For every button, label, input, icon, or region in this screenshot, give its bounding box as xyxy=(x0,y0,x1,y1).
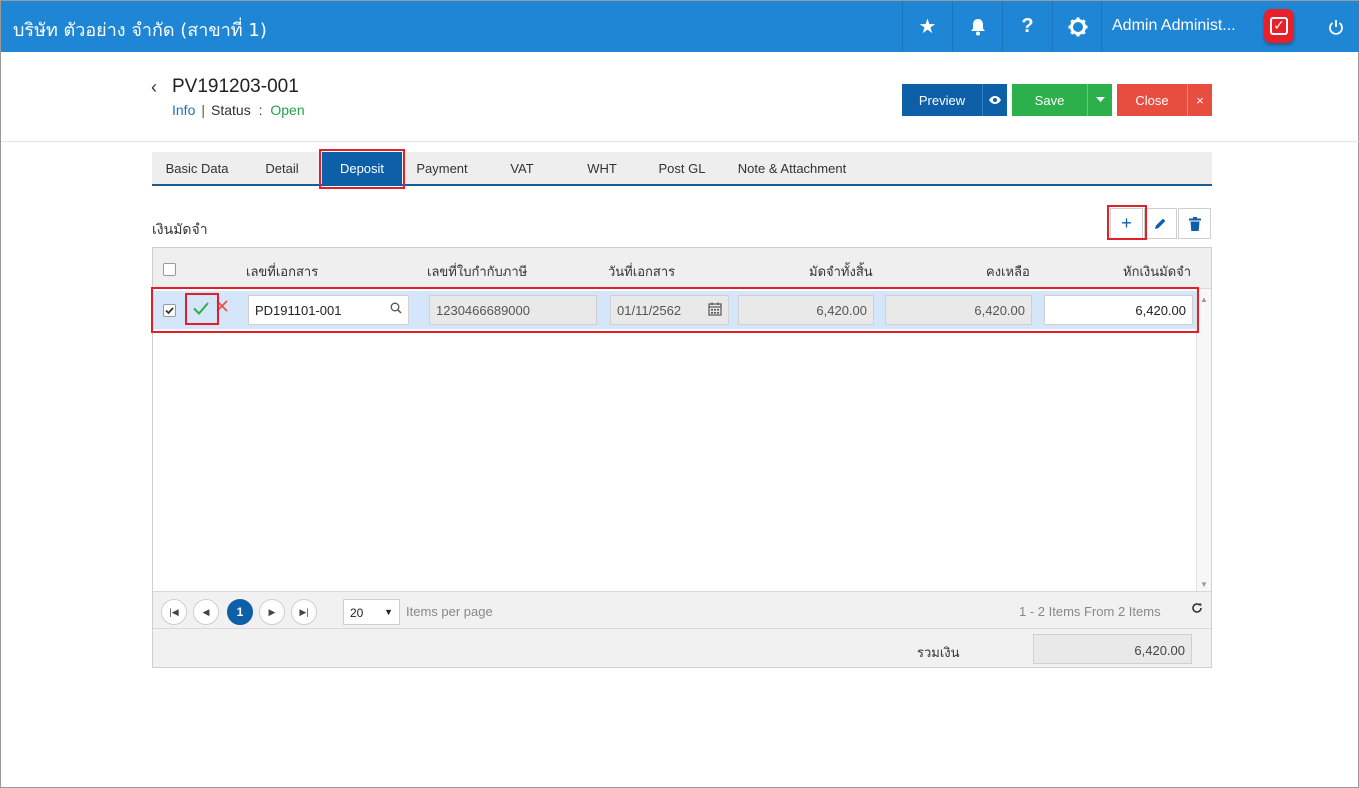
tab-note-attachment[interactable]: Note & Attachment xyxy=(722,152,862,186)
col-deposit-total[interactable]: มัดจำทั้งสิ้น xyxy=(809,261,873,282)
info-link[interactable]: Info xyxy=(172,102,195,118)
items-per-page-label: Items per page xyxy=(406,604,493,619)
close-button[interactable]: Close xyxy=(1117,84,1187,116)
highlight-row xyxy=(151,287,1199,333)
next-page-icon[interactable]: ▶ xyxy=(259,599,285,625)
edit-icon[interactable] xyxy=(1144,208,1177,239)
grid-header: เลขที่เอกสาร เลขที่ใบกำกับภาษี วันที่เอก… xyxy=(153,248,1211,289)
tab-vat[interactable]: VAT xyxy=(482,152,562,186)
gear-icon[interactable] xyxy=(1052,1,1102,52)
col-remaining[interactable]: คงเหลือ xyxy=(986,261,1030,282)
col-tax-invoice[interactable]: เลขที่ใบกำกับภาษี xyxy=(427,261,527,282)
doc-status-line: Info | Status : Open xyxy=(172,102,305,118)
select-all-checkbox[interactable] xyxy=(163,263,176,276)
user-menu[interactable]: Admin Administ... xyxy=(1101,1,1261,52)
section-title: เงินมัดจำ xyxy=(152,222,208,238)
last-page-icon[interactable]: ▶| xyxy=(291,599,317,625)
app-logo: ✓ xyxy=(1264,9,1294,43)
first-page-icon[interactable]: |◀ xyxy=(161,599,187,625)
status-badge: Open xyxy=(270,102,305,118)
chevron-down-icon: ▼ xyxy=(384,607,393,617)
col-doc-no[interactable]: เลขที่เอกสาร xyxy=(246,261,318,282)
page-title: PV191203-001 xyxy=(172,76,299,97)
star-icon[interactable]: ★ xyxy=(902,1,952,52)
col-doc-date[interactable]: วันที่เอกสาร xyxy=(608,261,675,282)
bell-icon[interactable] xyxy=(952,1,1002,52)
eye-icon[interactable] xyxy=(982,84,1007,116)
page-size-value: 20 xyxy=(350,606,364,620)
scroll-down-icon[interactable]: ▼ xyxy=(1200,580,1208,589)
tab-basic-data[interactable]: Basic Data xyxy=(152,152,242,186)
save-dropdown-icon[interactable] xyxy=(1087,84,1112,116)
close-x-icon[interactable]: × xyxy=(1187,84,1212,116)
company-name[interactable]: บริษัท ตัวอย่าง จำกัด (สาขาที่ 1) xyxy=(13,15,267,44)
scroll-up-icon[interactable]: ▲ xyxy=(1200,295,1208,304)
status-label: Status xyxy=(211,102,251,118)
app-frame: บริษัท ตัวอย่าง จำกัด (สาขาที่ 1) ★ ? Ad… xyxy=(0,0,1359,788)
grid-footer: รวมเงิน 6,420.00 xyxy=(153,629,1211,667)
highlight-deposit-tab xyxy=(319,149,405,189)
highlight-add-button xyxy=(1107,205,1147,240)
save-button[interactable]: Save xyxy=(1012,84,1087,116)
tab-wht[interactable]: WHT xyxy=(562,152,642,186)
refresh-icon[interactable] xyxy=(1191,601,1203,617)
separator: | xyxy=(201,102,205,118)
tab-post-gl[interactable]: Post GL xyxy=(642,152,722,186)
grid-scrollbar[interactable]: ▲ ▼ xyxy=(1196,289,1211,591)
page-button-current[interactable]: 1 xyxy=(227,599,253,625)
highlight-confirm xyxy=(185,293,219,325)
prev-page-icon[interactable]: ◀ xyxy=(193,599,219,625)
total-label: รวมเงิน xyxy=(917,646,960,661)
trash-icon[interactable] xyxy=(1178,208,1211,239)
power-icon[interactable] xyxy=(1311,1,1359,52)
tab-payment[interactable]: Payment xyxy=(402,152,482,186)
status-colon: : xyxy=(258,102,263,118)
top-bar: บริษัท ตัวอย่าง จำกัด (สาขาที่ 1) ★ ? Ad… xyxy=(1,1,1359,52)
header-divider xyxy=(1,141,1359,142)
pager: |◀ ◀ 1 ▶ ▶| 20 ▼ Items per page 1 - 2 It… xyxy=(153,591,1211,629)
col-deduct[interactable]: หักเงินมัดจำ xyxy=(1123,261,1191,282)
help-icon[interactable]: ? xyxy=(1002,1,1052,52)
preview-button[interactable]: Preview xyxy=(902,84,982,116)
tab-bar: Basic Data Detail Deposit Payment VAT WH… xyxy=(152,152,1212,186)
page-size-select[interactable]: 20 ▼ xyxy=(343,599,400,625)
back-icon[interactable]: ‹ xyxy=(151,77,157,98)
total-value: 6,420.00 xyxy=(1033,634,1192,664)
tab-detail[interactable]: Detail xyxy=(242,152,322,186)
pager-summary: 1 - 2 Items From 2 Items xyxy=(1019,604,1161,619)
